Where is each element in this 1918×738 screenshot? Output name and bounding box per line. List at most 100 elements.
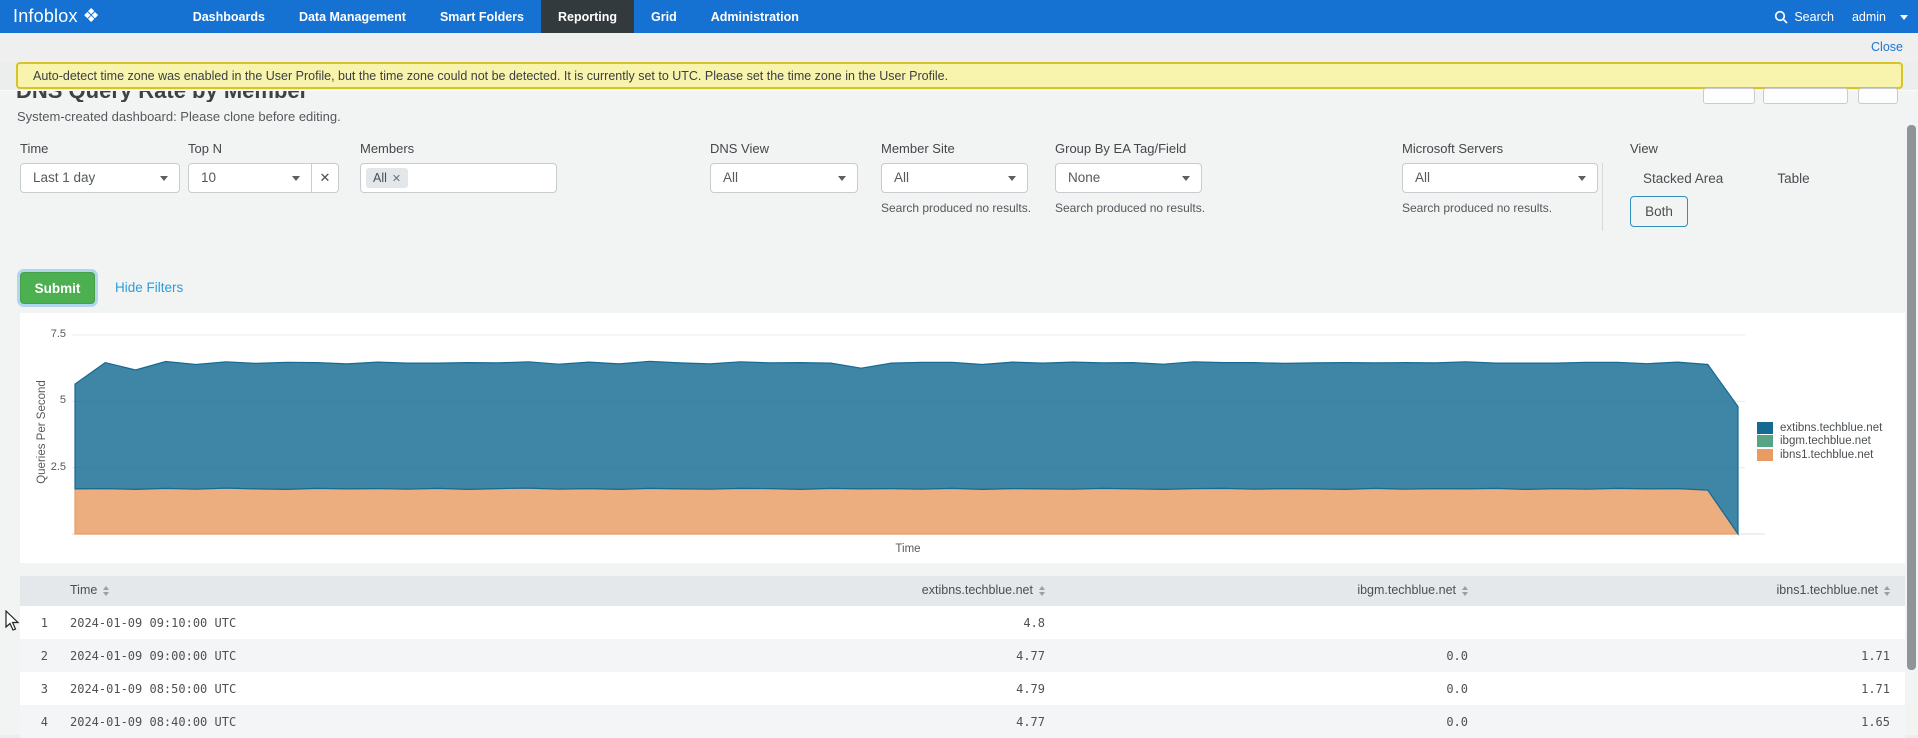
cell-v1: 4.79 bbox=[450, 682, 1045, 696]
vertical-scrollbar[interactable] bbox=[1907, 125, 1916, 670]
legend-item[interactable]: ibgm.techblue.net bbox=[1757, 435, 1882, 449]
table-row[interactable]: 32024-01-09 08:50:00 UTC4.790.01.71 bbox=[20, 672, 1905, 705]
cell-v1: 4.77 bbox=[450, 649, 1045, 663]
top-n-filter-label: Top N bbox=[188, 141, 339, 156]
results-table: Time extibns.techblue.net ibgm.techblue.… bbox=[20, 576, 1905, 738]
member-site-dropdown[interactable]: All bbox=[881, 163, 1028, 193]
filter-bar: Time Last 1 day Top N 10 ✕ Members All✕ bbox=[0, 141, 1918, 281]
column-header-time[interactable]: Time bbox=[48, 583, 450, 599]
member-site-no-results-note: Search produced no results. bbox=[881, 201, 1031, 215]
tab-data-management[interactable]: Data Management bbox=[282, 0, 423, 33]
column-header-ibgm[interactable]: ibgm.techblue.net bbox=[1045, 583, 1468, 599]
filter-microsoft-servers: Microsoft Servers All Search produced no… bbox=[1402, 141, 1598, 215]
x-axis-label: Time bbox=[863, 543, 953, 555]
stacked-area-chart bbox=[20, 313, 1905, 563]
table-row[interactable]: 42024-01-09 08:40:00 UTC4.770.01.65 bbox=[20, 705, 1905, 738]
member-site-dropdown-value: All bbox=[894, 170, 909, 185]
cell-v1: 4.77 bbox=[450, 715, 1045, 729]
microsoft-servers-dropdown[interactable]: All bbox=[1402, 163, 1598, 193]
legend-item[interactable]: ibns1.techblue.net bbox=[1757, 448, 1882, 462]
legend-swatch bbox=[1757, 435, 1773, 447]
nav-tabs: Dashboards Data Management Smart Folders… bbox=[176, 0, 816, 33]
hide-filters-link[interactable]: Hide Filters bbox=[115, 280, 183, 295]
view-option-both-button[interactable]: Both bbox=[1630, 196, 1688, 227]
dashboard-content: DNS Query Rate by Member System-created … bbox=[0, 90, 1918, 735]
legend-label: ibgm.techblue.net bbox=[1780, 435, 1871, 447]
table-row[interactable]: 22024-01-09 09:00:00 UTC4.770.01.71 bbox=[20, 639, 1905, 672]
y-axis-label: Queries Per Second bbox=[36, 372, 48, 492]
brand-name: Infoblox bbox=[13, 6, 78, 27]
cell-time: 2024-01-09 09:10:00 UTC bbox=[48, 616, 450, 630]
area-series-ibns1.techblue.net bbox=[75, 488, 1738, 534]
members-filter-label: Members bbox=[360, 141, 557, 156]
legend-label: ibns1.techblue.net bbox=[1780, 449, 1873, 461]
time-dropdown[interactable]: Last 1 day bbox=[20, 163, 180, 193]
cell-num: 1 bbox=[20, 616, 48, 630]
group-by-no-results-note: Search produced no results. bbox=[1055, 201, 1205, 215]
dns-view-dropdown[interactable]: All bbox=[710, 163, 858, 193]
column-header-extibns[interactable]: extibns.techblue.net bbox=[450, 583, 1045, 599]
tab-administration[interactable]: Administration bbox=[694, 0, 816, 33]
microsoft-servers-no-results-note: Search produced no results. bbox=[1402, 201, 1598, 215]
top-n-clear-button[interactable]: ✕ bbox=[312, 163, 339, 193]
cell-v2: 0.0 bbox=[1045, 649, 1468, 663]
search-label: Search bbox=[1794, 10, 1834, 24]
cell-v3: 1.71 bbox=[1468, 649, 1890, 663]
timezone-warning-banner: Auto-detect time zone was enabled in the… bbox=[16, 62, 1903, 89]
column-header-ibns1[interactable]: ibns1.techblue.net bbox=[1468, 583, 1890, 599]
time-filter-label: Time bbox=[20, 141, 180, 156]
chart-panel: 7.5 5 2.5 Queries Per Second Time extibn… bbox=[20, 313, 1905, 563]
top-n-dropdown[interactable]: 10 bbox=[188, 163, 312, 193]
infoblox-logo[interactable]: Infoblox ❖ bbox=[0, 0, 114, 33]
nav-right: Search admin bbox=[1774, 0, 1908, 33]
username: admin bbox=[1852, 10, 1886, 24]
filter-member-site: Member Site All Search produced no resul… bbox=[881, 141, 1031, 215]
tab-reporting[interactable]: Reporting bbox=[541, 0, 634, 33]
global-search[interactable]: Search bbox=[1774, 10, 1834, 24]
members-tag-all[interactable]: All✕ bbox=[366, 168, 408, 188]
user-menu[interactable]: admin bbox=[1852, 10, 1908, 24]
filter-members: Members All✕ bbox=[360, 141, 557, 193]
microsoft-servers-filter-label: Microsoft Servers bbox=[1402, 141, 1598, 156]
table-body: 12024-01-09 09:10:00 UTC4.822024-01-09 0… bbox=[20, 606, 1905, 738]
tab-grid[interactable]: Grid bbox=[634, 0, 694, 33]
cell-num: 3 bbox=[20, 682, 48, 696]
cell-v1: 4.8 bbox=[450, 616, 1045, 630]
legend-item[interactable]: extibns.techblue.net bbox=[1757, 421, 1882, 435]
infoblox-pinwheel-icon: ❖ bbox=[83, 7, 100, 26]
toolbar-button-3[interactable] bbox=[1858, 88, 1898, 104]
group-by-dropdown-value: None bbox=[1068, 170, 1100, 185]
sort-icon bbox=[103, 583, 109, 599]
cell-time: 2024-01-09 09:00:00 UTC bbox=[48, 649, 450, 663]
legend-swatch bbox=[1757, 449, 1773, 461]
view-option-table[interactable]: Table bbox=[1777, 171, 1809, 186]
dashboard-subtitle: System-created dashboard: Please clone b… bbox=[17, 109, 341, 124]
filter-top-n: Top N 10 ✕ bbox=[188, 141, 339, 193]
toolbar-button-2[interactable] bbox=[1763, 88, 1848, 104]
view-filter-label: View bbox=[1630, 141, 1810, 156]
tab-dashboards[interactable]: Dashboards bbox=[176, 0, 282, 33]
submit-button[interactable]: Submit bbox=[20, 272, 95, 304]
tab-smart-folders[interactable]: Smart Folders bbox=[423, 0, 541, 33]
notice-close-button[interactable]: Close bbox=[1871, 40, 1903, 54]
legend-label: extibns.techblue.net bbox=[1780, 422, 1882, 434]
page-title-clipped: DNS Query Rate by Member bbox=[16, 91, 616, 102]
sort-icon bbox=[1884, 583, 1890, 599]
cell-time: 2024-01-09 08:50:00 UTC bbox=[48, 682, 450, 696]
chevron-down-icon bbox=[1900, 15, 1908, 24]
group-by-dropdown[interactable]: None bbox=[1055, 163, 1202, 193]
reporting-screen: Infoblox ❖ Dashboards Data Management Sm… bbox=[0, 0, 1918, 735]
cell-v3: 1.71 bbox=[1468, 682, 1890, 696]
toolbar-button-1[interactable] bbox=[1703, 88, 1755, 104]
filter-time: Time Last 1 day bbox=[20, 141, 180, 193]
tag-remove-icon[interactable]: ✕ bbox=[392, 173, 401, 185]
notice-strip: Close bbox=[0, 33, 1918, 62]
view-option-stacked-area[interactable]: Stacked Area bbox=[1643, 171, 1723, 186]
member-site-filter-label: Member Site bbox=[881, 141, 1031, 156]
members-input[interactable]: All✕ bbox=[360, 163, 557, 193]
page-title: DNS Query Rate by Member bbox=[16, 91, 616, 102]
filter-dns-view: DNS View All bbox=[710, 141, 858, 193]
timezone-warning-text: Auto-detect time zone was enabled in the… bbox=[33, 69, 948, 83]
table-row[interactable]: 12024-01-09 09:10:00 UTC4.8 bbox=[20, 606, 1905, 639]
filter-divider bbox=[1602, 163, 1603, 231]
